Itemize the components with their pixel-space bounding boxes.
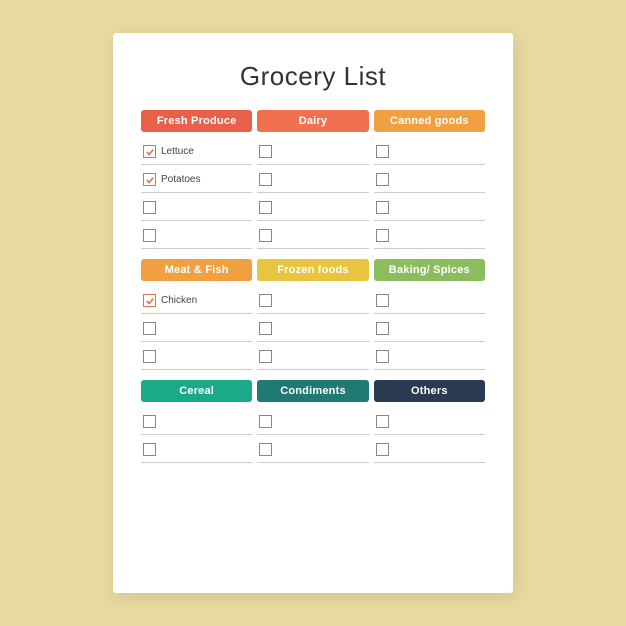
checkbox-s0-r2-c0[interactable] xyxy=(143,201,156,214)
cell-s0-r0-c2[interactable] xyxy=(374,137,485,165)
cell-s0-r2-c1[interactable] xyxy=(257,193,368,221)
section-0-header-1: Dairy xyxy=(257,110,368,132)
section-1-header-2: Baking/ Spices xyxy=(374,259,485,281)
checkbox-s0-r1-c0[interactable] xyxy=(143,173,156,186)
section-2-header-1: Condiments xyxy=(257,380,368,402)
cell-s0-r0-c1[interactable] xyxy=(257,137,368,165)
cell-s1-r0-c1[interactable] xyxy=(257,286,368,314)
checkbox-s1-r0-c1[interactable] xyxy=(259,294,272,307)
cell-label-s1-r0-c0: Chicken xyxy=(161,295,197,306)
cell-s0-r1-c0[interactable]: Potatoes xyxy=(141,165,252,193)
cell-s2-r1-c2[interactable] xyxy=(374,435,485,463)
section-0-header-2: Canned goods xyxy=(374,110,485,132)
cell-s1-r2-c1[interactable] xyxy=(257,342,368,370)
checkbox-s0-r0-c0[interactable] xyxy=(143,145,156,158)
checkbox-s1-r2-c1[interactable] xyxy=(259,350,272,363)
checkbox-s2-r0-c1[interactable] xyxy=(259,415,272,428)
checkbox-s1-r0-c0[interactable] xyxy=(143,294,156,307)
cell-s1-r1-c1[interactable] xyxy=(257,314,368,342)
checkbox-s2-r1-c1[interactable] xyxy=(259,443,272,456)
section-2: CerealCondiments Others xyxy=(141,380,485,463)
checkbox-s0-r2-c2[interactable] xyxy=(376,201,389,214)
checkbox-s0-r3-c1[interactable] xyxy=(259,229,272,242)
checkbox-s1-r1-c1[interactable] xyxy=(259,322,272,335)
cell-s0-r2-c0[interactable] xyxy=(141,193,252,221)
cell-label-s0-r1-c0: Potatoes xyxy=(161,174,200,185)
cell-s0-r3-c1[interactable] xyxy=(257,221,368,249)
checkbox-s2-r0-c2[interactable] xyxy=(376,415,389,428)
cell-s1-r1-c0[interactable] xyxy=(141,314,252,342)
page-title: Grocery List xyxy=(141,61,485,92)
section-2-header-0: Cereal xyxy=(141,380,252,402)
checkbox-s0-r0-c1[interactable] xyxy=(259,145,272,158)
cell-s0-r2-c2[interactable] xyxy=(374,193,485,221)
cell-s0-r3-c2[interactable] xyxy=(374,221,485,249)
section-1-header-0: Meat & Fish xyxy=(141,259,252,281)
checkbox-s2-r1-c0[interactable] xyxy=(143,443,156,456)
checkbox-s1-r0-c2[interactable] xyxy=(376,294,389,307)
cell-s0-r3-c0[interactable] xyxy=(141,221,252,249)
checkbox-s2-r1-c2[interactable] xyxy=(376,443,389,456)
cell-s1-r2-c0[interactable] xyxy=(141,342,252,370)
section-1-header-1: Frozen foods xyxy=(257,259,368,281)
checkbox-s1-r1-c0[interactable] xyxy=(143,322,156,335)
cell-s0-r0-c0[interactable]: Lettuce xyxy=(141,137,252,165)
section-0: Fresh ProduceDairy Canned goods Lettuce Pot… xyxy=(141,110,485,249)
cell-s2-r0-c2[interactable] xyxy=(374,407,485,435)
cell-s1-r0-c0[interactable]: Chicken xyxy=(141,286,252,314)
cell-s2-r1-c1[interactable] xyxy=(257,435,368,463)
cell-s1-r0-c2[interactable] xyxy=(374,286,485,314)
cell-s1-r1-c2[interactable] xyxy=(374,314,485,342)
checkbox-s0-r0-c2[interactable] xyxy=(376,145,389,158)
section-1: Meat & FishFrozen foods Baking/ Spices Chi… xyxy=(141,259,485,370)
checkbox-s0-r1-c1[interactable] xyxy=(259,173,272,186)
checkbox-s2-r0-c0[interactable] xyxy=(143,415,156,428)
checkbox-s1-r2-c0[interactable] xyxy=(143,350,156,363)
cell-s0-r1-c2[interactable] xyxy=(374,165,485,193)
cell-s2-r0-c1[interactable] xyxy=(257,407,368,435)
cell-label-s0-r0-c0: Lettuce xyxy=(161,146,194,157)
checkbox-s0-r2-c1[interactable] xyxy=(259,201,272,214)
section-0-header-0: Fresh Produce xyxy=(141,110,252,132)
cell-s2-r1-c0[interactable] xyxy=(141,435,252,463)
checkbox-s0-r1-c2[interactable] xyxy=(376,173,389,186)
grocery-list-paper: Grocery List Fresh ProduceDairy Canned go… xyxy=(113,33,513,593)
cell-s2-r0-c0[interactable] xyxy=(141,407,252,435)
cell-s1-r2-c2[interactable] xyxy=(374,342,485,370)
checkbox-s1-r1-c2[interactable] xyxy=(376,322,389,335)
checkbox-s0-r3-c2[interactable] xyxy=(376,229,389,242)
checkbox-s0-r3-c0[interactable] xyxy=(143,229,156,242)
cell-s0-r1-c1[interactable] xyxy=(257,165,368,193)
checkbox-s1-r2-c2[interactable] xyxy=(376,350,389,363)
section-2-header-2: Others xyxy=(374,380,485,402)
